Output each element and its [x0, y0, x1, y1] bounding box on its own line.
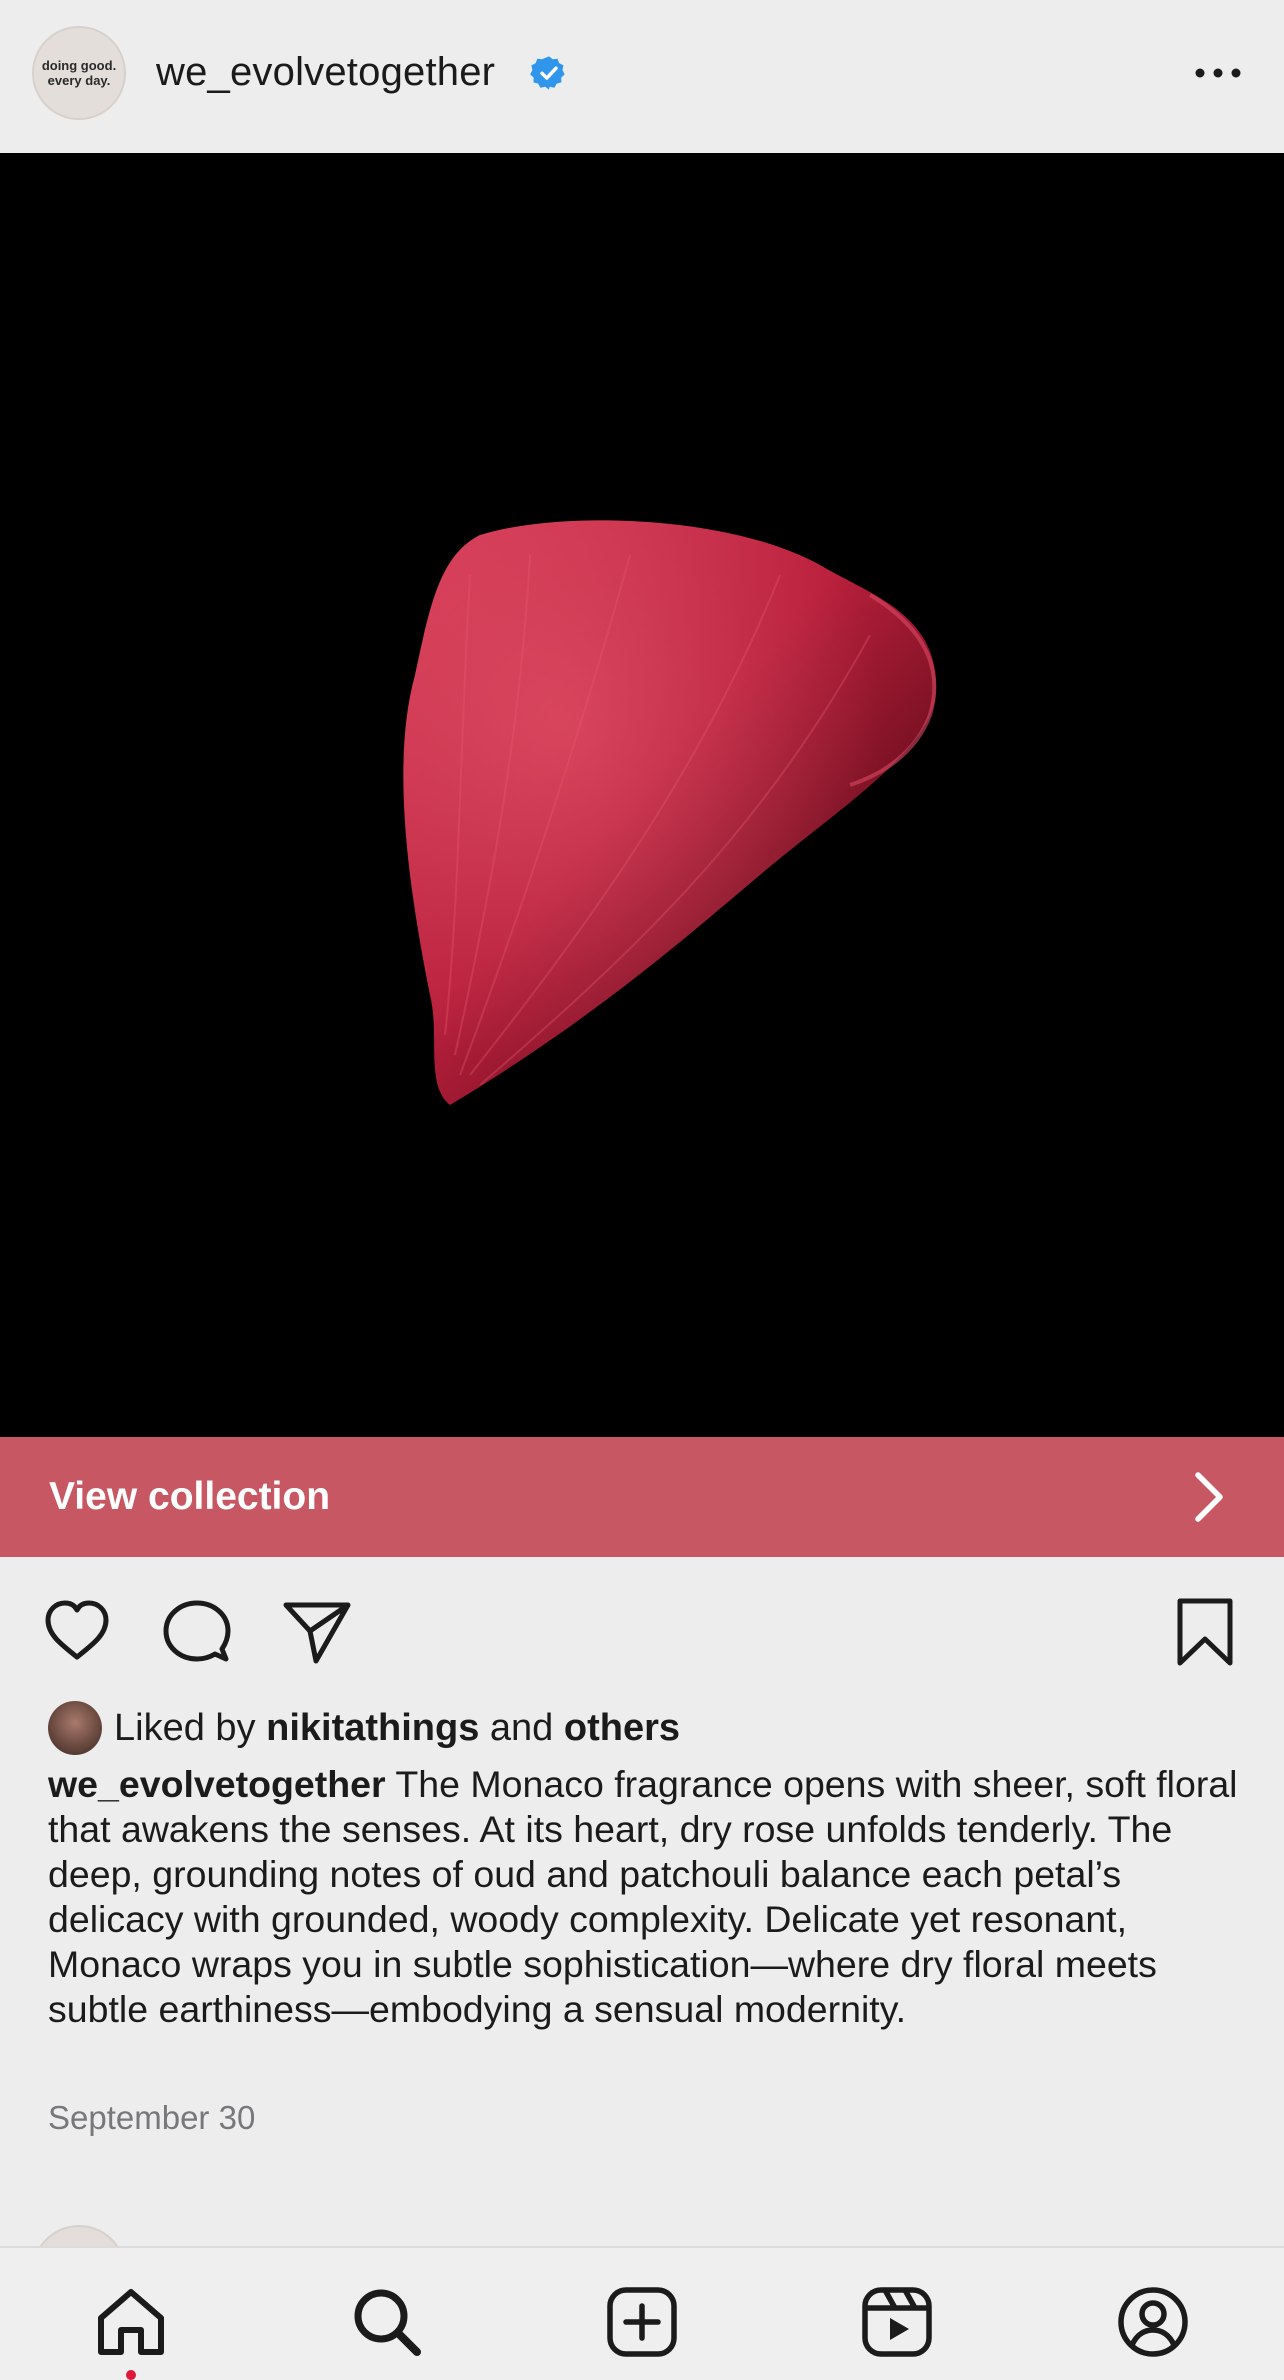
likes-others[interactable]: others	[564, 1707, 680, 1750]
account-avatar[interactable]: doing good. every day.	[32, 26, 126, 120]
post-caption: we_evolvetogether The Monaco fragrance o…	[48, 1762, 1248, 2032]
post-username[interactable]: we_evolvetogether	[156, 48, 495, 96]
liker-username[interactable]: nikitathings	[266, 1707, 479, 1750]
view-collection-label: View collection	[49, 1475, 331, 1518]
avatar-text-line1: doing good.	[41, 58, 117, 73]
reels-icon[interactable]	[859, 2284, 935, 2360]
home-icon[interactable]	[93, 2284, 169, 2360]
likes-prefix: Liked by	[114, 1706, 256, 1749]
rose-petal-image	[403, 520, 937, 1105]
avatar-text-line2: every day.	[47, 73, 111, 88]
home-notification-dot	[126, 2370, 136, 2380]
post-date: September 30	[48, 2099, 256, 2136]
search-icon[interactable]	[349, 2284, 425, 2360]
verified-badge-icon	[530, 56, 565, 90]
chevron-right-icon	[1195, 1472, 1223, 1522]
likes-row[interactable]: Liked by nikitathings and others	[48, 1700, 680, 1756]
caption-username[interactable]: we_evolvetogether	[48, 1763, 386, 1805]
post-header: doing good. every day. we_evolvetogether	[0, 0, 1284, 153]
likes-conjunction: and	[489, 1706, 554, 1749]
comment-icon[interactable]	[162, 1597, 232, 1667]
more-horizontal-icon[interactable]	[1190, 54, 1246, 92]
post-image[interactable]	[0, 153, 1284, 1549]
create-icon[interactable]	[604, 2284, 680, 2360]
bottom-tab-bar	[0, 2246, 1284, 2380]
bookmark-icon[interactable]	[1170, 1597, 1240, 1667]
liker-avatar	[48, 1701, 102, 1755]
heart-icon[interactable]	[42, 1597, 112, 1667]
profile-icon[interactable]	[1115, 2284, 1191, 2360]
send-icon[interactable]	[282, 1597, 352, 1667]
post-actions	[0, 1557, 1284, 1697]
view-collection-bar[interactable]: View collection	[0, 1437, 1284, 1557]
